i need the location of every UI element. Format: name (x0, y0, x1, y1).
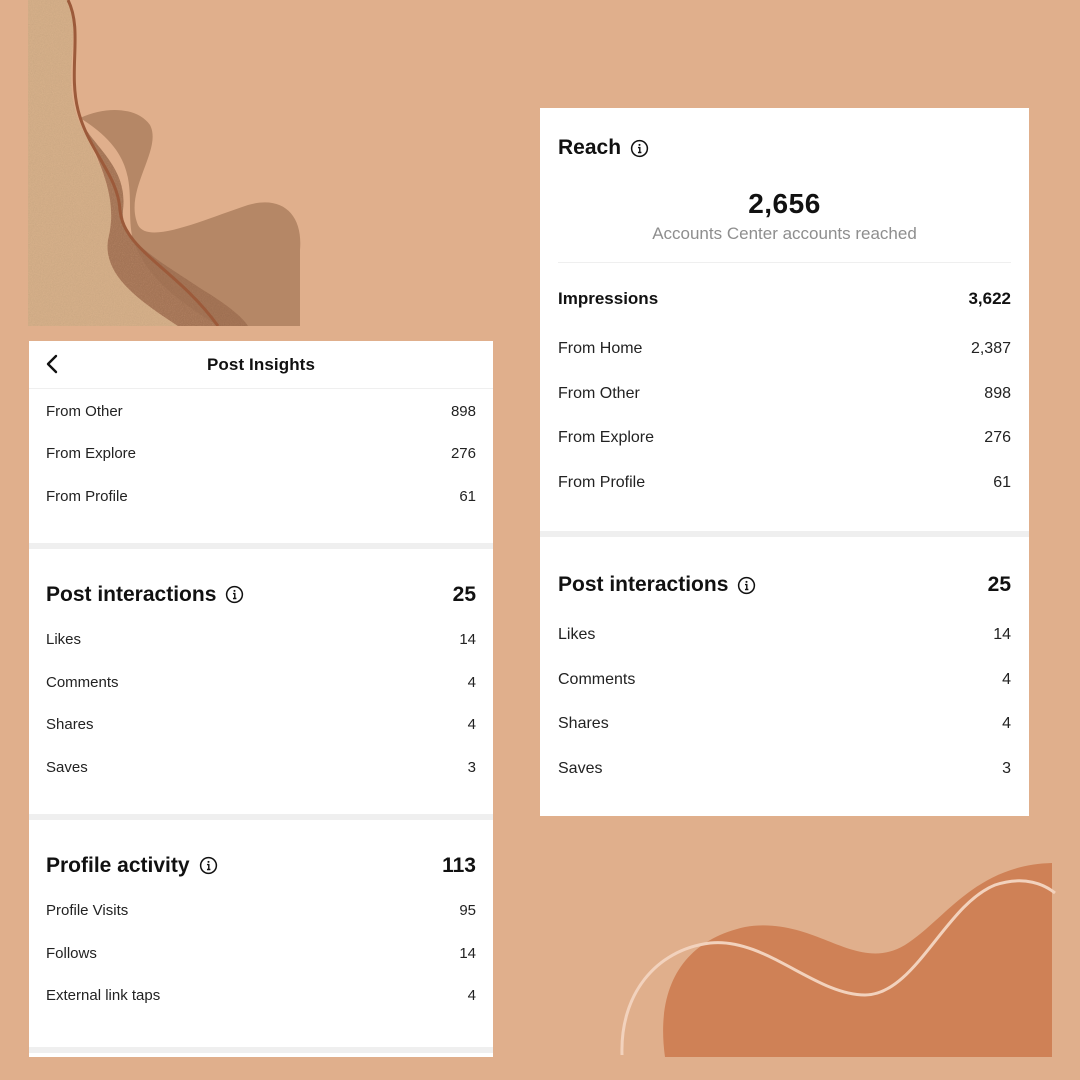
profile-activity-list: Profile Visits 95 Follows 14 External li… (29, 890, 493, 1018)
list-item: From Home 2,387 (540, 327, 1029, 372)
row-label: Saves (46, 758, 88, 776)
section-total: 113 (442, 853, 476, 877)
row-value: 95 (459, 902, 476, 920)
post-insights-header: Post Insights (29, 341, 493, 389)
list-item: Shares 4 (540, 702, 1029, 747)
info-icon[interactable] (199, 856, 218, 875)
reach-panel: Reach 2,656 Accounts Center accounts rea… (540, 108, 1029, 816)
row-value: 4 (467, 716, 476, 734)
reach-value: 2,656 (748, 188, 821, 219)
post-interactions-header: Post interactions 25 (29, 571, 493, 619)
section-total: 25 (987, 573, 1011, 596)
row-value: 4 (1002, 715, 1011, 733)
post-insights-panel: Post Insights From Other 898 From Explor… (29, 341, 493, 1057)
section-total: 25 (452, 582, 476, 606)
row-label: External link taps (46, 987, 161, 1005)
impressions-total: 3,622 (968, 289, 1011, 308)
list-item: Shares 4 (29, 704, 493, 747)
decorative-wave-top (28, 0, 301, 326)
impressions-header: Impressions 3,622 (540, 263, 1029, 335)
row-value: 3 (467, 758, 476, 776)
section-title: Reach (558, 136, 622, 159)
row-value: 14 (459, 631, 476, 649)
row-value: 898 (450, 402, 476, 420)
row-label: From Other (46, 402, 123, 420)
decorative-wave-bottom (620, 863, 1056, 1057)
impressions-sources-list: From Home 2,387 From Other 898 From Expl… (540, 327, 1029, 505)
list-item: From Explore 276 (540, 416, 1029, 461)
row-value: 61 (993, 473, 1011, 491)
list-item: From Other 898 (29, 390, 493, 433)
list-item: Follows 14 (29, 932, 493, 975)
list-item: From Profile 61 (29, 475, 493, 518)
impressions-label: Impressions (558, 289, 659, 308)
row-value: 4 (467, 987, 476, 1005)
list-item: Likes 14 (29, 619, 493, 662)
row-label: Profile Visits (46, 902, 129, 920)
list-item: Comments 4 (29, 661, 493, 704)
row-label: From Profile (46, 487, 128, 505)
row-label: Saves (558, 759, 603, 777)
section-title: Profile activity (46, 853, 190, 877)
row-label: Follows (46, 944, 97, 962)
row-label: Comments (46, 673, 119, 691)
row-label: From Explore (46, 445, 137, 463)
post-interactions-list: Likes 14 Comments 4 Shares 4 Saves 3 (540, 613, 1029, 791)
row-label: From Home (558, 340, 643, 358)
section-title: Post interactions (46, 582, 217, 606)
list-item: External link taps 4 (29, 975, 493, 1018)
row-label: From Other (558, 384, 640, 402)
chevron-left-icon[interactable] (41, 352, 65, 376)
row-label: Likes (558, 626, 596, 644)
list-item: Saves 3 (29, 746, 493, 789)
info-icon[interactable] (737, 576, 756, 595)
profile-activity-header: Profile activity 113 (29, 842, 493, 890)
row-label: Comments (558, 670, 636, 688)
list-item: From Explore 276 (29, 433, 493, 476)
info-icon[interactable] (630, 139, 649, 158)
row-value: 14 (993, 626, 1011, 644)
row-value: 2,387 (970, 340, 1011, 358)
row-label: Likes (46, 631, 82, 649)
row-label: Shares (558, 715, 609, 733)
row-value: 14 (459, 944, 476, 962)
row-label: From Profile (558, 473, 646, 491)
impressions-sources-list: From Other 898 From Explore 276 From Pro… (29, 389, 493, 518)
reach-header: Reach (540, 108, 1029, 160)
page-title: Post Insights (206, 354, 316, 374)
list-item: Saves 3 (540, 747, 1029, 792)
row-value: 898 (984, 384, 1011, 402)
list-item: Likes 14 (540, 613, 1029, 658)
section-divider (29, 1047, 493, 1053)
reach-caption: Accounts Center accounts reached (652, 224, 917, 243)
list-item: Comments 4 (540, 658, 1029, 703)
row-value: 4 (1002, 670, 1011, 688)
list-item: From Profile 61 (540, 461, 1029, 506)
row-value: 4 (467, 673, 476, 691)
row-value: 276 (450, 445, 476, 463)
row-label: Shares (46, 716, 94, 734)
row-value: 276 (984, 429, 1011, 447)
info-icon[interactable] (225, 585, 244, 604)
list-item: From Other 898 (540, 372, 1029, 417)
row-value: 61 (459, 487, 476, 505)
row-label: From Explore (558, 429, 655, 447)
section-title: Post interactions (558, 573, 729, 596)
post-interactions-header: Post interactions 25 (540, 561, 1029, 609)
post-interactions-list: Likes 14 Comments 4 Shares 4 Saves 3 (29, 619, 493, 789)
list-item: Profile Visits 95 (29, 890, 493, 933)
row-value: 3 (1002, 759, 1011, 777)
